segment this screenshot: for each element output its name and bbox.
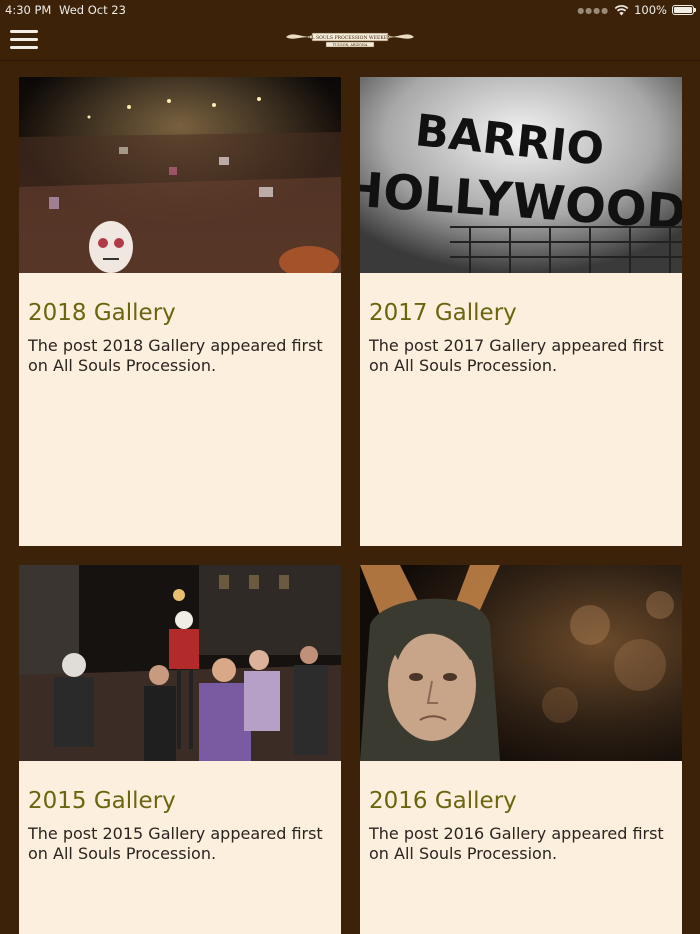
status-time: 4:30 PM bbox=[5, 3, 52, 17]
post-card-2018[interactable]: 2018 Gallery The post 2018 Gallery appea… bbox=[19, 77, 341, 546]
post-card-2016[interactable]: 2016 Gallery The post 2016 Gallery appea… bbox=[360, 565, 682, 934]
all-souls-logo[interactable]: ALL SOULS PROCESSION WEEKEND TUCSON, ARI… bbox=[284, 28, 416, 50]
post-title[interactable]: 2015 Gallery bbox=[28, 788, 176, 814]
post-card-2017[interactable]: BARRIO HOLLYWOOD 2017 Gallery The post 2… bbox=[360, 77, 682, 546]
svg-text:TUCSON, ARIZONA: TUCSON, ARIZONA bbox=[333, 43, 368, 47]
gallery-2015-thumbnail[interactable] bbox=[19, 565, 341, 761]
cellular-signal-icon: ●●●● bbox=[577, 5, 610, 15]
gallery-2016-thumbnail[interactable] bbox=[360, 565, 682, 761]
post-excerpt: The post 2016 Gallery appeared first on … bbox=[369, 824, 664, 863]
gallery-2017-thumbnail[interactable]: BARRIO HOLLYWOOD bbox=[360, 77, 682, 273]
nav-bar: ALL SOULS PROCESSION WEEKEND TUCSON, ARI… bbox=[0, 20, 700, 61]
svg-text:ALL SOULS PROCESSION WEEKEND: ALL SOULS PROCESSION WEEKEND bbox=[304, 35, 395, 41]
post-excerpt: The post 2017 Gallery appeared first on … bbox=[369, 336, 664, 375]
post-title[interactable]: 2016 Gallery bbox=[369, 788, 517, 814]
status-bar: 4:30 PM Wed Oct 23 ●●●● 100% bbox=[0, 0, 700, 20]
status-date: Wed Oct 23 bbox=[59, 3, 126, 17]
post-excerpt: The post 2015 Gallery appeared first on … bbox=[28, 824, 323, 863]
post-title[interactable]: 2017 Gallery bbox=[369, 300, 517, 326]
post-title[interactable]: 2018 Gallery bbox=[28, 300, 176, 326]
status-indicators: ●●●● 100% bbox=[577, 2, 696, 18]
post-excerpt: The post 2018 Gallery appeared first on … bbox=[28, 336, 323, 375]
post-card-2015[interactable]: 2015 Gallery The post 2015 Gallery appea… bbox=[19, 565, 341, 934]
battery-icon bbox=[672, 5, 696, 15]
gallery-2018-thumbnail[interactable] bbox=[19, 77, 341, 273]
wifi-icon bbox=[614, 4, 629, 16]
hamburger-menu-icon[interactable] bbox=[10, 30, 38, 50]
battery-percent: 100% bbox=[634, 3, 667, 17]
